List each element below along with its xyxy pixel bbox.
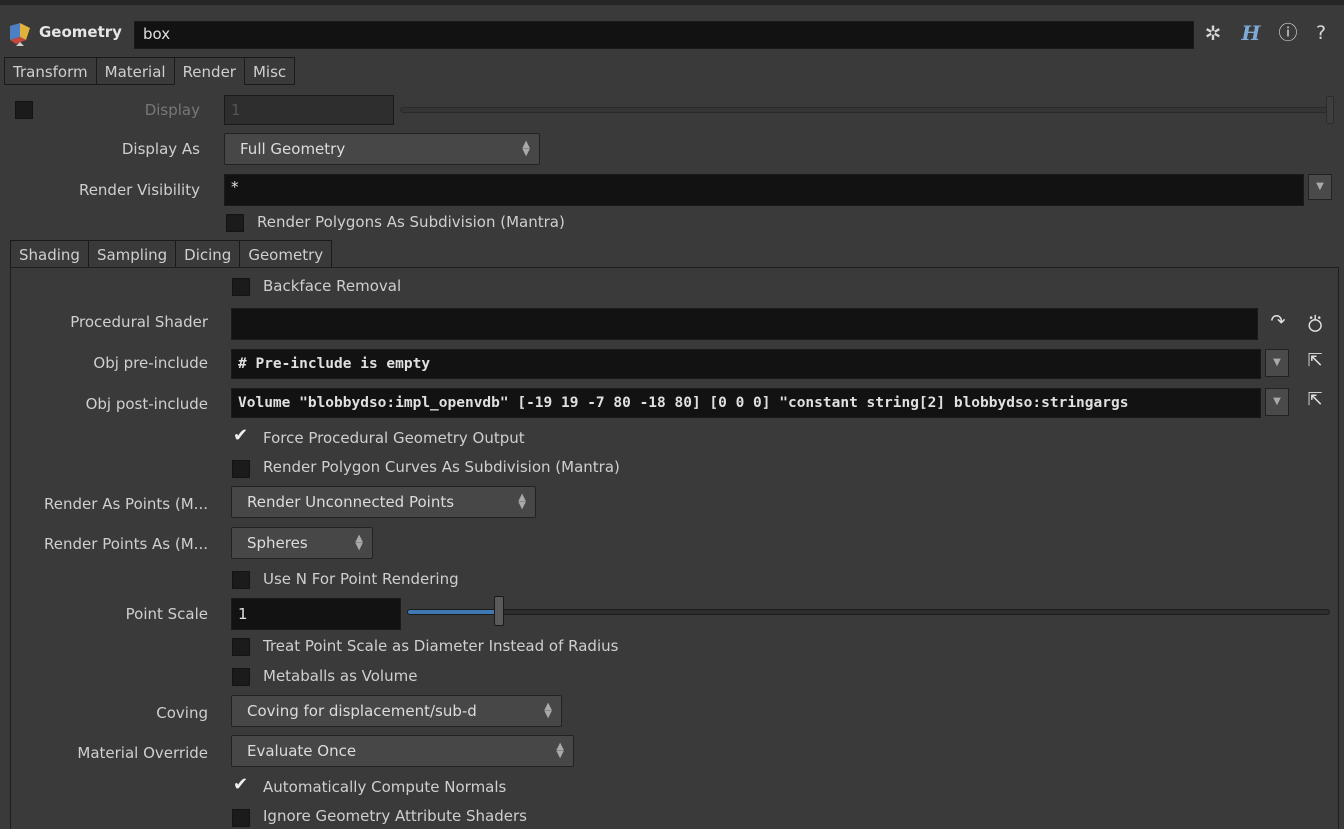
render-as-points-value: Render Unconnected Points [247, 493, 455, 511]
help-icon[interactable]: ? [1309, 19, 1333, 47]
render-points-as-menu[interactable]: Spheres ▲ ▼ [231, 527, 373, 559]
gear-icon[interactable]: ✲ [1200, 19, 1226, 47]
procedural-shader-field[interactable] [231, 308, 1258, 340]
display-field: 1 [224, 95, 394, 125]
treat-point-scale-diameter-checkbox[interactable] [232, 638, 250, 656]
display-toggle-checkbox[interactable] [15, 101, 33, 119]
menu-arrows-icon: ▲ ▼ [544, 701, 552, 720]
render-points-as-label: Render Points As (M... [44, 535, 208, 553]
menu-arrows-icon: ▲ ▼ [556, 741, 564, 760]
point-scale-field[interactable]: 1 [231, 598, 401, 630]
tab-material[interactable]: Material [95, 57, 174, 85]
coving-menu[interactable]: Coving for displacement/sub-d ▲ ▼ [231, 695, 562, 727]
display-slider-handle [1326, 96, 1334, 124]
obj-pre-include-label: Obj pre-include [93, 354, 208, 372]
tab-misc[interactable]: Misc [243, 57, 296, 85]
material-override-value: Evaluate Once [247, 742, 357, 760]
backface-removal-label: Backface Removal [263, 277, 402, 295]
tab-shading[interactable]: Shading [10, 240, 88, 268]
obj-post-include-field[interactable]: Volume "blobbydso:impl_openvdb" [-19 19 … [231, 388, 1261, 418]
file-chooser-icon[interactable]: ⇱ [1302, 350, 1328, 371]
menu-arrows-icon: ▲ ▼ [518, 492, 526, 511]
auto-compute-normals-checkbox[interactable] [232, 774, 250, 796]
obj-post-include-label: Obj post-include [85, 395, 208, 413]
auto-compute-normals-label: Automatically Compute Normals [263, 778, 507, 796]
render-polygon-curves-checkbox[interactable] [232, 460, 250, 478]
metaballs-as-volume-checkbox[interactable] [232, 668, 250, 686]
procedural-shader-label: Procedural Shader [70, 313, 208, 331]
node-name-field[interactable]: box [134, 21, 1194, 49]
jump-to-shader-icon[interactable]: ↷ [1266, 311, 1290, 332]
tab-geometry[interactable]: Geometry [239, 240, 333, 268]
menu-arrows-icon: ▲ ▼ [522, 139, 530, 158]
force-procedural-label: Force Procedural Geometry Output [263, 429, 525, 447]
geometry-node-icon[interactable] [6, 20, 34, 48]
tab-sampling[interactable]: Sampling [87, 240, 176, 268]
main-tab-bar: Transform Material Render Misc [4, 57, 296, 85]
coving-value: Coving for displacement/sub-d [247, 702, 477, 720]
display-as-label: Display As [121, 140, 200, 158]
metaballs-as-volume-label: Metaballs as Volume [263, 667, 418, 685]
backface-removal-checkbox[interactable] [232, 278, 250, 296]
node-type-label: Geometry [39, 23, 122, 41]
sub-tab-bar: Shading Sampling Dicing Geometry [10, 240, 333, 268]
obj-pre-include-field[interactable]: # Pre-include is empty [231, 349, 1261, 379]
render-as-points-label: Render As Points (M... [44, 495, 208, 513]
file-chooser-icon[interactable]: ⇱ [1302, 389, 1328, 410]
point-scale-slider[interactable] [407, 609, 1330, 615]
menu-arrows-icon: ▲ ▼ [355, 533, 363, 552]
treat-point-scale-diameter-label: Treat Point Scale as Diameter Instead of… [263, 637, 619, 655]
display-slider [400, 107, 1328, 113]
tab-transform[interactable]: Transform [4, 57, 96, 85]
ignore-geometry-attribute-shaders-checkbox[interactable] [232, 809, 250, 827]
use-n-point-rendering-label: Use N For Point Rendering [263, 570, 459, 588]
tab-render[interactable]: Render [173, 57, 244, 85]
material-override-menu[interactable]: Evaluate Once ▲ ▼ [231, 735, 574, 767]
render-visibility-dropdown[interactable]: ▼ [1308, 174, 1332, 200]
parameter-header: Geometry box ✲ H ⓘ ? [0, 5, 1344, 57]
material-override-label: Material Override [77, 744, 208, 762]
display-as-menu[interactable]: Full Geometry ▲ ▼ [224, 133, 540, 165]
coving-label: Coving [156, 704, 208, 722]
point-scale-label: Point Scale [125, 605, 208, 623]
shader-chooser-icon[interactable]: ⛣ [1302, 309, 1328, 336]
point-scale-slider-handle[interactable] [494, 596, 504, 626]
render-points-as-value: Spheres [247, 534, 308, 552]
render-polygon-curves-label: Render Polygon Curves As Subdivision (Ma… [263, 458, 620, 476]
obj-pre-include-dropdown[interactable]: ▼ [1265, 349, 1289, 377]
point-scale-slider-fill [408, 610, 500, 614]
render-as-points-menu[interactable]: Render Unconnected Points ▲ ▼ [231, 486, 536, 518]
info-icon[interactable]: ⓘ [1276, 19, 1300, 47]
render-polygons-subdivision-label: Render Polygons As Subdivision (Mantra) [257, 213, 565, 231]
force-procedural-checkbox[interactable] [232, 425, 250, 447]
display-label: Display [144, 101, 200, 119]
display-as-value: Full Geometry [240, 140, 346, 158]
use-n-point-rendering-checkbox[interactable] [232, 571, 250, 589]
houdini-help-icon[interactable]: H [1238, 19, 1264, 47]
render-polygons-subdivision-checkbox[interactable] [226, 214, 244, 232]
render-visibility-label: Render Visibility [78, 181, 200, 199]
obj-post-include-dropdown[interactable]: ▼ [1265, 388, 1289, 416]
render-visibility-field[interactable]: * [224, 174, 1304, 206]
ignore-geometry-attribute-shaders-label: Ignore Geometry Attribute Shaders [263, 807, 527, 825]
tab-dicing[interactable]: Dicing [175, 240, 240, 268]
